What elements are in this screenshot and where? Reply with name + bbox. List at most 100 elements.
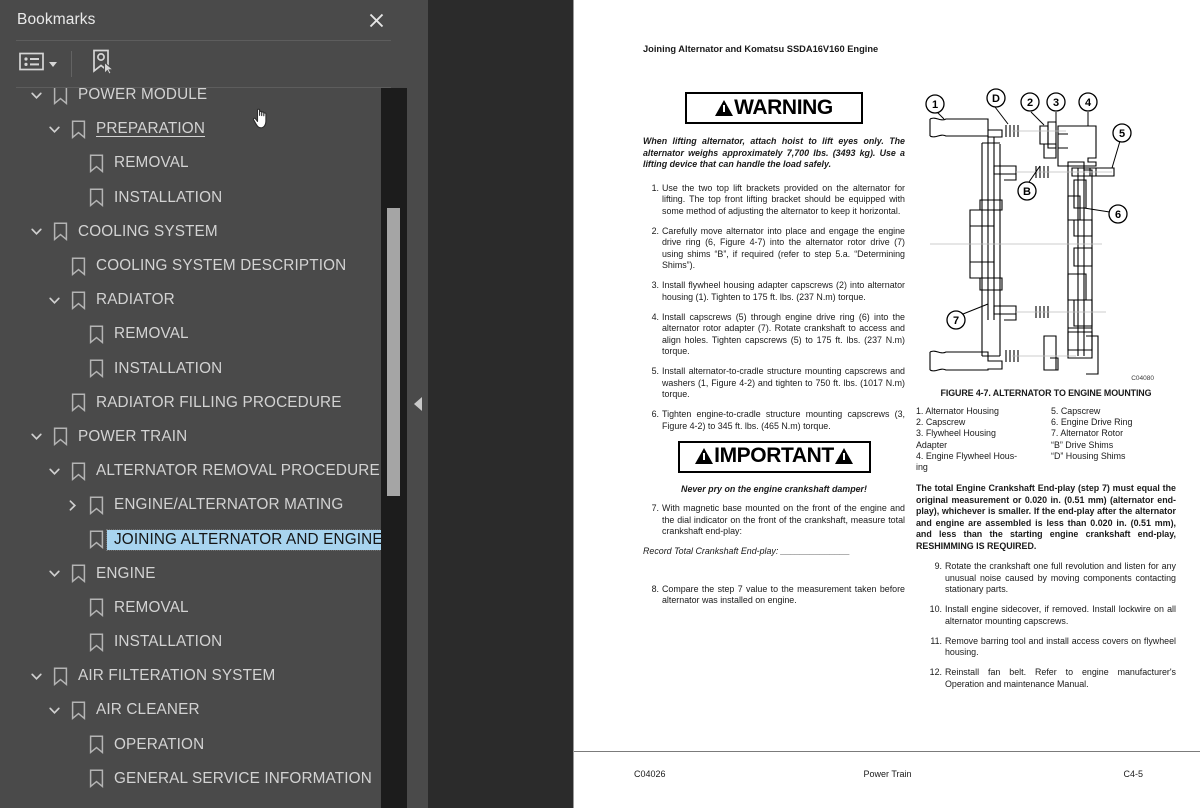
step-item: 8. Compare the step 7 value to the measur… — [643, 584, 905, 607]
step-number: 8. — [651, 583, 659, 594]
svg-text:7: 7 — [953, 315, 959, 327]
chevron-right-icon[interactable] — [59, 499, 85, 512]
step-text: Compare the step 7 value to the measurem… — [662, 583, 905, 606]
bookmark-item-label: ENGINE — [96, 564, 156, 582]
bookmark-item[interactable]: ENGINE/ALTERNATOR MATING — [0, 488, 381, 522]
bookmark-item[interactable]: AIR CLEANER — [0, 693, 381, 727]
bookmark-item[interactable]: INSTALLATION — [0, 352, 381, 386]
bookmark-item[interactable]: JOINING ALTERNATOR AND ENGINE — [0, 522, 390, 556]
step-text: Carefully move alternator into place and… — [662, 225, 905, 271]
bookmark-item-label: PREPARATION — [96, 120, 206, 138]
step-item: 6. Tighten engine-to-cradle structure mou… — [643, 409, 905, 432]
toolbar-separator — [71, 51, 72, 77]
bookmark-item[interactable]: COOLING SYSTEM DESCRIPTION — [0, 249, 381, 283]
bookmark-item-label: POWER MODULE — [78, 88, 208, 104]
chevron-down-icon[interactable] — [41, 294, 67, 307]
step-item: 3. Install flywheel housing adapter capsc… — [643, 280, 905, 303]
bookmark-item-label: REMOVAL — [114, 598, 189, 616]
step-item: 9. Rotate the crankshaft one full revolut… — [926, 561, 1176, 596]
new-bookmark-button[interactable] — [86, 49, 119, 79]
chevron-down-icon[interactable] — [23, 430, 49, 443]
chevron-down-icon — [49, 61, 57, 67]
legend-item: 5. Capscrew — [1051, 406, 1101, 416]
bookmark-item[interactable]: REMOVAL — [0, 317, 381, 351]
figure-caption: FIGURE 4-7. ALTERNATOR TO ENGINE MOUNTIN… — [940, 388, 1152, 398]
legend-item: 4. Engine Flywheel Hous- ing — [916, 450, 1018, 473]
bookmarks-panel-header: Bookmarks — [0, 0, 407, 40]
endplay-paragraph: The total Engine Crankshaft End-play (st… — [916, 483, 1176, 551]
application-window: Bookmarks POWER MODULE PREPARATION REMOV… — [0, 0, 1200, 808]
svg-text:4: 4 — [1085, 97, 1092, 109]
bookmark-item[interactable]: POWER MODULE — [0, 88, 381, 112]
bookmark-item[interactable]: INSTALLATION — [0, 625, 381, 659]
figure-drawing: 1 D 2 3 4 5 B 6 7 C04080 — [916, 88, 1176, 386]
bookmarks-scrollbar-thumb[interactable] — [387, 208, 400, 496]
bookmark-item-label: OPERATION — [114, 735, 205, 753]
step-number: 9. — [934, 561, 942, 572]
bookmark-item[interactable]: RADIATOR — [0, 283, 381, 317]
footer-page-number: C4-5 — [1123, 769, 1143, 779]
bookmark-icon — [49, 88, 71, 105]
bookmark-icon — [85, 154, 107, 173]
step-text: Install alternator-to-cradle structure m… — [662, 366, 905, 399]
step-number: 5. — [651, 366, 659, 376]
bookmark-icon — [67, 701, 89, 720]
page-footer: C04026 Power Train C4-5 — [574, 751, 1200, 808]
important-text: Never pry on the engine crankshaft dampe… — [681, 483, 867, 494]
chevron-down-icon[interactable] — [41, 704, 67, 717]
bookmark-item[interactable]: COOLING SYSTEM — [0, 215, 381, 249]
step-number: 11. — [930, 635, 942, 646]
bookmark-item[interactable]: ALTERNATOR REMOVAL PROCEDURE — [0, 454, 381, 488]
bookmarks-tree-container: POWER MODULE PREPARATION REMOVAL INSTALLATI… — [0, 88, 407, 808]
bookmark-item-label: INSTALLATION — [114, 359, 223, 377]
steps-list-left-after: 7. With magnetic base mounted on the fron… — [643, 503, 905, 538]
page-column-left: WARNING When lifting alternator, attach … — [643, 88, 905, 615]
bookmark-item[interactable]: PREPARATION — [0, 112, 381, 146]
step-number: 7. — [651, 503, 659, 513]
chevron-down-icon[interactable] — [23, 89, 49, 102]
chevron-down-icon[interactable] — [23, 225, 49, 238]
step-number: 3. — [651, 280, 659, 290]
chevron-down-icon[interactable] — [41, 123, 67, 136]
bookmark-icon — [85, 735, 107, 755]
chevron-down-icon[interactable] — [41, 567, 67, 580]
bookmark-item[interactable]: REMOVAL — [0, 146, 381, 180]
step-text: Install flywheel housing adapter capscre… — [662, 280, 905, 302]
close-icon[interactable] — [365, 9, 387, 31]
figure-legend: 1. Alternator Housing 2. Capscrew 3. Flywh… — [916, 406, 1176, 473]
chevron-down-icon[interactable] — [23, 670, 49, 683]
chevron-down-icon[interactable] — [41, 465, 67, 478]
bookmark-item-label: COOLING SYSTEM DESCRIPTION — [96, 257, 347, 275]
bookmark-options-button[interactable] — [17, 49, 61, 79]
bookmark-item[interactable]: OPERATION — [0, 728, 381, 762]
svg-text:2: 2 — [1027, 97, 1033, 109]
svg-text:3: 3 — [1053, 97, 1059, 109]
drawing-code: C04080 — [1131, 375, 1154, 382]
bookmark-icon — [49, 667, 71, 686]
bookmarks-scrollbar[interactable] — [381, 88, 407, 808]
bookmark-item[interactable]: POWER TRAIN — [0, 420, 381, 454]
step-item: 10. Install engine sidecover, if removed.… — [926, 604, 1176, 627]
bookmark-icon — [85, 496, 107, 515]
panel-collapse-handle[interactable] — [407, 0, 428, 808]
step-text: Reinstall fan belt. Refer to engine manu… — [945, 667, 1176, 689]
bookmark-icon — [85, 633, 107, 652]
bookmark-icon — [67, 120, 89, 139]
legend-item: 1. Alternator Housing — [916, 406, 999, 416]
bookmark-item-label: RADIATOR FILLING PROCEDURE — [96, 393, 342, 411]
figure-legend-right: 5. Capscrew 6. Engine Drive Ring 7. Altern… — [1051, 406, 1176, 473]
bookmark-item[interactable]: INSTALLATION — [0, 181, 381, 215]
bookmark-item[interactable]: GENERAL SERVICE INFORMATION — [0, 762, 381, 796]
legend-item: 6. Engine Drive Ring — [1051, 417, 1133, 428]
bookmark-icon — [85, 769, 107, 789]
step-number: 12. — [929, 667, 942, 678]
bookmark-item[interactable]: ENGINE — [0, 557, 381, 591]
warning-triangle-icon-left — [695, 448, 714, 464]
step-text: Remove barring tool and install access c… — [945, 635, 1176, 658]
bookmark-item[interactable]: AIR FILTERATION SYSTEM — [0, 659, 381, 693]
step-item: 11. Remove barring tool and install acces… — [926, 636, 1176, 659]
bookmark-item-label: GENERAL SERVICE INFORMATION — [114, 769, 372, 787]
bookmark-icon — [49, 222, 71, 242]
bookmark-item[interactable]: RADIATOR FILLING PROCEDURE — [0, 386, 381, 420]
bookmark-item[interactable]: REMOVAL — [0, 591, 381, 625]
